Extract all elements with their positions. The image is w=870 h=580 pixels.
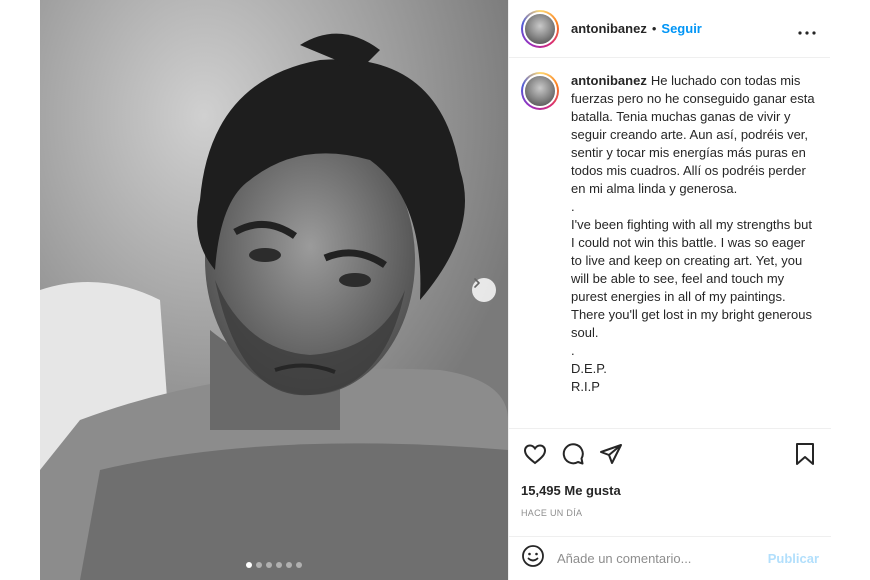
caption-dot: . bbox=[571, 199, 575, 214]
more-options-icon[interactable] bbox=[798, 20, 816, 38]
share-button[interactable] bbox=[597, 440, 625, 468]
caption-rip: R.I.P bbox=[571, 379, 600, 394]
post-photo[interactable] bbox=[40, 0, 508, 580]
carousel-dot bbox=[266, 562, 272, 568]
caption-text: antonibanez He luchado con todas mis fuer… bbox=[571, 72, 818, 428]
post-sidebar: antonibanez • Seguir antonibanez He lucha… bbox=[508, 0, 831, 580]
share-icon bbox=[600, 444, 622, 464]
separator-dot: • bbox=[651, 21, 657, 36]
post-timestamp[interactable]: HACE UN DÍA bbox=[521, 508, 819, 518]
icon-row bbox=[521, 439, 819, 469]
comment-button[interactable] bbox=[559, 440, 587, 468]
publish-button[interactable]: Publicar bbox=[768, 551, 819, 566]
caption-section: antonibanez He luchado con todas mis fuer… bbox=[509, 58, 830, 428]
avatar[interactable] bbox=[521, 9, 559, 48]
heart-icon bbox=[523, 444, 547, 465]
comment-icon bbox=[562, 443, 584, 465]
carousel-dot bbox=[286, 562, 292, 568]
bookmark-icon bbox=[796, 443, 814, 465]
emoji-icon[interactable] bbox=[521, 544, 545, 573]
portrait-image bbox=[40, 0, 508, 580]
caption-avatar[interactable] bbox=[521, 72, 559, 110]
carousel-dot bbox=[246, 562, 252, 568]
carousel-dot bbox=[256, 562, 262, 568]
caption-dep: D.E.P. bbox=[571, 361, 607, 376]
chevron-right-icon bbox=[474, 278, 480, 288]
post-header: antonibanez • Seguir bbox=[509, 0, 830, 58]
carousel-next-button[interactable] bbox=[472, 278, 496, 302]
caption-dot: . bbox=[571, 343, 575, 358]
action-bar: 15,495 Me gusta HACE UN DÍA bbox=[509, 428, 831, 518]
carousel-dot bbox=[276, 562, 282, 568]
caption-username[interactable]: antonibanez bbox=[571, 73, 647, 88]
carousel-indicator bbox=[40, 562, 508, 568]
carousel-dot bbox=[296, 562, 302, 568]
caption-english: I've been fighting with all my strengths… bbox=[571, 217, 812, 340]
header-username[interactable]: antonibanez bbox=[571, 21, 647, 36]
likes-count[interactable]: 15,495 Me gusta bbox=[521, 483, 819, 498]
comment-input[interactable] bbox=[557, 551, 768, 566]
save-button[interactable] bbox=[791, 440, 819, 468]
follow-button[interactable]: Seguir bbox=[661, 21, 701, 36]
caption-spanish: He luchado con todas mis fuerzas pero no… bbox=[571, 73, 815, 196]
like-button[interactable] bbox=[521, 440, 549, 468]
comment-bar: Publicar bbox=[509, 536, 831, 580]
instagram-post: antonibanez • Seguir antonibanez He lucha… bbox=[40, 0, 831, 580]
